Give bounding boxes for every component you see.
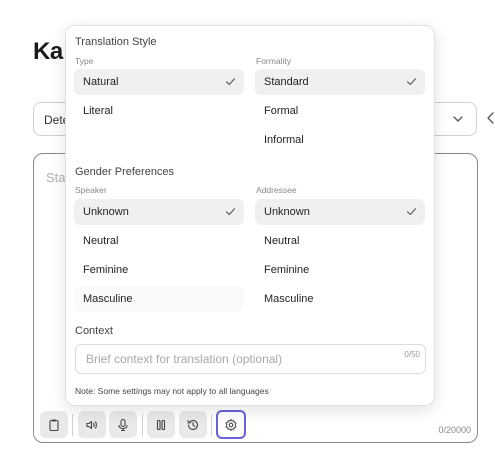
option-label: Masculine xyxy=(83,293,133,305)
type-option-natural[interactable]: Natural xyxy=(74,69,244,95)
speaker-option-feminine[interactable]: Feminine xyxy=(74,257,244,283)
formality-label: Formality xyxy=(256,56,291,66)
swap-arrow-icon[interactable] xyxy=(485,110,495,126)
formality-option-formal[interactable]: Formal xyxy=(255,98,425,124)
context-input[interactable] xyxy=(75,344,426,374)
character-count: 0/20000 xyxy=(438,425,471,435)
option-label: Unknown xyxy=(83,206,129,218)
speaker-option-neutral[interactable]: Neutral xyxy=(74,228,244,254)
option-label: Feminine xyxy=(264,264,310,276)
history-icon xyxy=(187,419,199,430)
addressee-option-neutral[interactable]: Neutral xyxy=(255,228,425,254)
type-label: Type xyxy=(75,56,94,66)
settings-note: Note: Some settings may not apply to all… xyxy=(75,386,269,396)
speaker-icon xyxy=(86,420,97,429)
clipboard-button[interactable] xyxy=(40,411,68,438)
option-label: Masculine xyxy=(264,293,314,305)
speaker-option-masculine[interactable]: Masculine xyxy=(74,286,244,312)
toolbar-divider xyxy=(211,414,212,436)
check-icon xyxy=(225,78,236,86)
addressee-option-unknown[interactable]: Unknown xyxy=(255,199,425,225)
page-title: Ka xyxy=(33,38,63,65)
pause-button[interactable] xyxy=(147,411,175,438)
check-icon xyxy=(406,208,417,216)
check-icon xyxy=(225,208,236,216)
check-icon xyxy=(406,78,417,86)
option-label: Natural xyxy=(83,76,119,88)
option-label: Literal xyxy=(83,105,113,117)
formality-option-standard[interactable]: Standard xyxy=(255,69,425,95)
translation-style-title: Translation Style xyxy=(75,36,157,48)
type-option-literal[interactable]: Literal xyxy=(74,98,244,124)
addressee-option-masculine[interactable]: Masculine xyxy=(255,286,425,312)
option-label: Formal xyxy=(264,105,299,117)
speaker-label: Speaker xyxy=(75,185,107,195)
option-label: Standard xyxy=(264,76,309,88)
option-label: Neutral xyxy=(264,235,300,247)
speak-button[interactable] xyxy=(78,411,106,438)
context-character-count: 0/50 xyxy=(404,350,420,359)
formality-option-informal[interactable]: Informal xyxy=(255,127,425,153)
history-button[interactable] xyxy=(179,411,207,438)
translation-settings-popover: Translation Style Type Formality Natural… xyxy=(65,25,435,406)
addressee-option-feminine[interactable]: Feminine xyxy=(255,257,425,283)
microphone-icon xyxy=(118,418,128,431)
toolbar-divider xyxy=(72,414,73,436)
clipboard-icon xyxy=(49,419,59,431)
context-title: Context xyxy=(75,325,113,337)
option-label: Neutral xyxy=(83,235,119,247)
microphone-button[interactable] xyxy=(109,411,137,438)
addressee-label: Addressee xyxy=(256,185,297,195)
toolbar-divider xyxy=(142,414,143,436)
gear-icon xyxy=(225,418,237,431)
chevron-down-icon xyxy=(453,116,463,122)
pause-icon xyxy=(156,419,166,430)
option-label: Feminine xyxy=(83,264,129,276)
gender-preferences-title: Gender Preferences xyxy=(75,166,175,178)
speaker-option-unknown[interactable]: Unknown xyxy=(74,199,244,225)
option-label: Informal xyxy=(264,134,304,146)
settings-button[interactable] xyxy=(216,410,246,439)
option-label: Unknown xyxy=(264,206,310,218)
